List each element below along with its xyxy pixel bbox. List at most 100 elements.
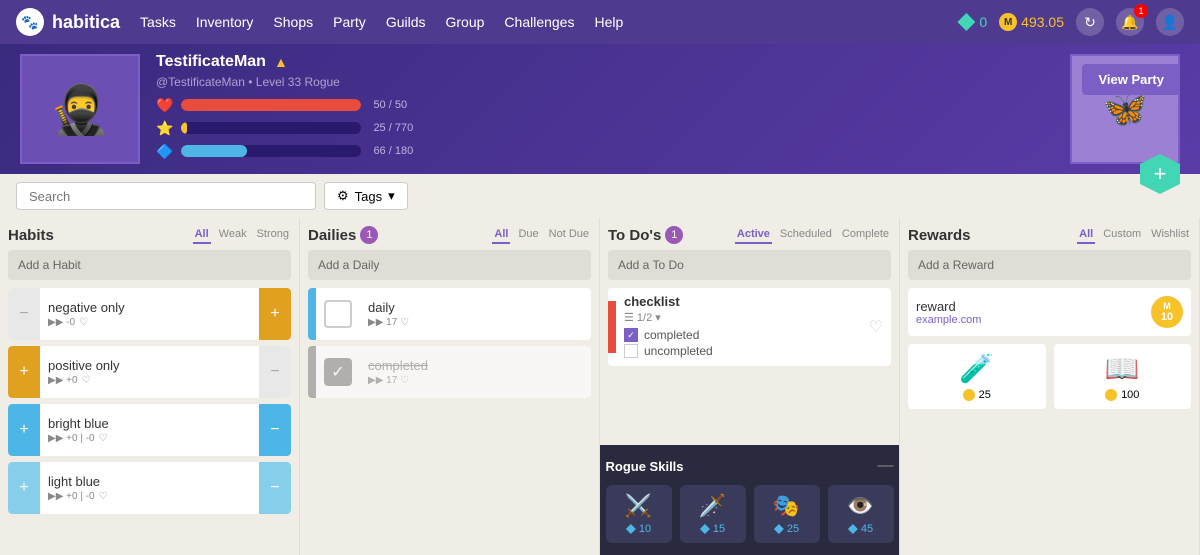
notification-badge: 1 <box>1134 4 1148 18</box>
rewards-filter-custom[interactable]: Custom <box>1101 226 1143 244</box>
daily-color-bar <box>308 288 316 340</box>
profile-button[interactable]: 👤 <box>1156 8 1184 36</box>
skill-cost-2: 25 <box>758 523 816 535</box>
profile-info: TestificateMan ▲ @TestificateMan • Level… <box>156 53 1054 166</box>
todos-column: To Do's 1 Active Scheduled Complete Add … <box>600 218 900 555</box>
skill-icon-0: ⚔️ <box>610 493 668 519</box>
rewards-filters: All Custom Wishlist <box>1077 226 1191 244</box>
todo-item-checkbox[interactable]: ✓ <box>624 328 638 342</box>
habits-filter-strong[interactable]: Strong <box>255 226 291 244</box>
brand[interactable]: 🐾 habitica <box>16 8 120 36</box>
skill-card-0[interactable]: ⚔️ 10 <box>606 485 672 543</box>
brand-icon: 🐾 <box>16 8 44 36</box>
habit-stats: ▶▶ -0 ♡ <box>48 317 251 328</box>
nav-help[interactable]: Help <box>594 14 623 30</box>
habits-filter-all[interactable]: All <box>193 226 211 244</box>
mana-icon <box>626 524 636 534</box>
daily-name: completed <box>368 358 583 373</box>
rogue-popup-close-button[interactable]: — <box>878 457 894 475</box>
todo-checklist: ✓ completed uncompleted <box>624 328 853 358</box>
nav-party[interactable]: Party <box>333 14 366 30</box>
reward-cost: M 10 <box>1151 296 1183 328</box>
habit-minus-btn[interactable]: − <box>8 288 40 340</box>
rogue-popup-header: Rogue Skills — <box>606 457 894 475</box>
add-habit-bar[interactable]: Add a Habit <box>8 250 291 280</box>
tags-button[interactable]: ⚙ Tags ▾ <box>324 182 408 210</box>
nav-shops[interactable]: Shops <box>273 14 313 30</box>
habits-filters: All Weak Strong <box>193 226 291 244</box>
add-daily-bar[interactable]: Add a Daily <box>308 250 591 280</box>
nav-tasks[interactable]: Tasks <box>140 14 176 30</box>
nav-guilds[interactable]: Guilds <box>386 14 426 30</box>
rogue-skills-grid: ⚔️ 10 🗡️ 15 🎭 <box>606 485 894 543</box>
rogue-skills-popup: Rogue Skills — ⚔️ 10 🗡️ <box>600 445 900 555</box>
nav-challenges[interactable]: Challenges <box>504 14 574 30</box>
reward-item-card-0[interactable]: 🧪 25 <box>908 344 1046 409</box>
dailies-title-row: Dailies 1 <box>308 226 378 244</box>
habit-minus-btn[interactable]: − <box>259 462 291 514</box>
habit-plus-btn[interactable]: + <box>8 462 40 514</box>
daily-color-bar <box>308 346 316 398</box>
add-todo-bar[interactable]: Add a To Do <box>608 250 891 280</box>
habit-stats: ▶▶ +0 | -0 ♡ <box>48 491 251 502</box>
list-item: − negative only ▶▶ -0 ♡ + <box>8 288 291 340</box>
daily-checkbox[interactable]: ✓ <box>324 358 352 386</box>
habit-content: positive only ▶▶ +0 ♡ <box>40 352 259 392</box>
todo-color-bar <box>608 301 616 353</box>
nav-inventory[interactable]: Inventory <box>196 14 254 30</box>
notifications-button[interactable]: 🔔 1 <box>1116 8 1144 36</box>
rewards-title-row: Rewards <box>908 227 971 244</box>
gem-value: 0 <box>979 14 987 30</box>
mana-icon <box>774 524 784 534</box>
daily-checkbox[interactable] <box>324 300 352 328</box>
dailies-filter-due[interactable]: Due <box>516 226 540 244</box>
habit-minus-btn[interactable]: − <box>259 404 291 456</box>
dailies-filter-notdue[interactable]: Not Due <box>547 226 591 244</box>
skill-card-1[interactable]: 🗡️ 15 <box>680 485 746 543</box>
filter-icon: ⚙ <box>337 188 349 204</box>
profile-up-button[interactable]: ▲ <box>274 54 288 70</box>
xp-fill <box>181 122 187 134</box>
todo-item-checkbox[interactable] <box>624 344 638 358</box>
view-party-button[interactable]: View Party <box>1082 64 1180 95</box>
list-item: + bright blue ▶▶ +0 | -0 ♡ − <box>8 404 291 456</box>
habit-minus-btn[interactable]: − <box>259 346 291 398</box>
gold-icon: M <box>999 13 1017 31</box>
reward-link[interactable]: example.com <box>916 314 1143 326</box>
skill-cost-0: 10 <box>610 523 668 535</box>
nav-group[interactable]: Group <box>446 14 485 30</box>
skill-card-2[interactable]: 🎭 25 <box>754 485 820 543</box>
columns-area: Habits All Weak Strong Add a Habit − neg… <box>0 174 1200 555</box>
todos-title-row: To Do's 1 <box>608 226 683 244</box>
dailies-filter-all[interactable]: All <box>492 226 510 244</box>
gem-count: 0 <box>957 13 987 31</box>
habit-plus-btn[interactable]: + <box>259 288 291 340</box>
reward-item-cost-0: 25 <box>916 389 1038 401</box>
mp-track <box>181 145 361 157</box>
add-reward-bar[interactable]: Add a Reward <box>908 250 1191 280</box>
heart-icon: ♡ <box>400 375 409 386</box>
todos-filter-active[interactable]: Active <box>735 226 772 244</box>
habit-plus-btn[interactable]: + <box>8 404 40 456</box>
mp-fill <box>181 145 247 157</box>
navbar: 🐾 habitica Tasks Inventory Shops Party G… <box>0 0 1200 44</box>
rewards-filter-wishlist[interactable]: Wishlist <box>1149 226 1191 244</box>
hp-icon: ❤️ <box>156 97 173 114</box>
habit-plus-btn[interactable]: + <box>8 346 40 398</box>
habits-filter-weak[interactable]: Weak <box>217 226 249 244</box>
reward-item-icon-0: 🧪 <box>916 352 1038 385</box>
habit-name: negative only <box>48 300 251 315</box>
habit-name: bright blue <box>48 416 251 431</box>
todos-filter-scheduled[interactable]: Scheduled <box>778 226 834 244</box>
refresh-button[interactable]: ↻ <box>1076 8 1104 36</box>
todo-actions: ♡ <box>861 309 891 345</box>
rewards-filter-all[interactable]: All <box>1077 226 1095 244</box>
heart-icon: ♡ <box>82 375 91 386</box>
search-input[interactable] <box>16 182 316 210</box>
todos-filter-complete[interactable]: Complete <box>840 226 891 244</box>
reward-item-card-1[interactable]: 📖 100 <box>1054 344 1192 409</box>
skill-card-3[interactable]: 👁️ 45 <box>828 485 894 543</box>
profile-header: 🥷 TestificateMan ▲ @TestificateMan • Lev… <box>0 44 1200 174</box>
profile-handle: @TestificateMan • Level 33 Rogue <box>156 75 1054 89</box>
skill-icon-3: 👁️ <box>832 493 890 519</box>
